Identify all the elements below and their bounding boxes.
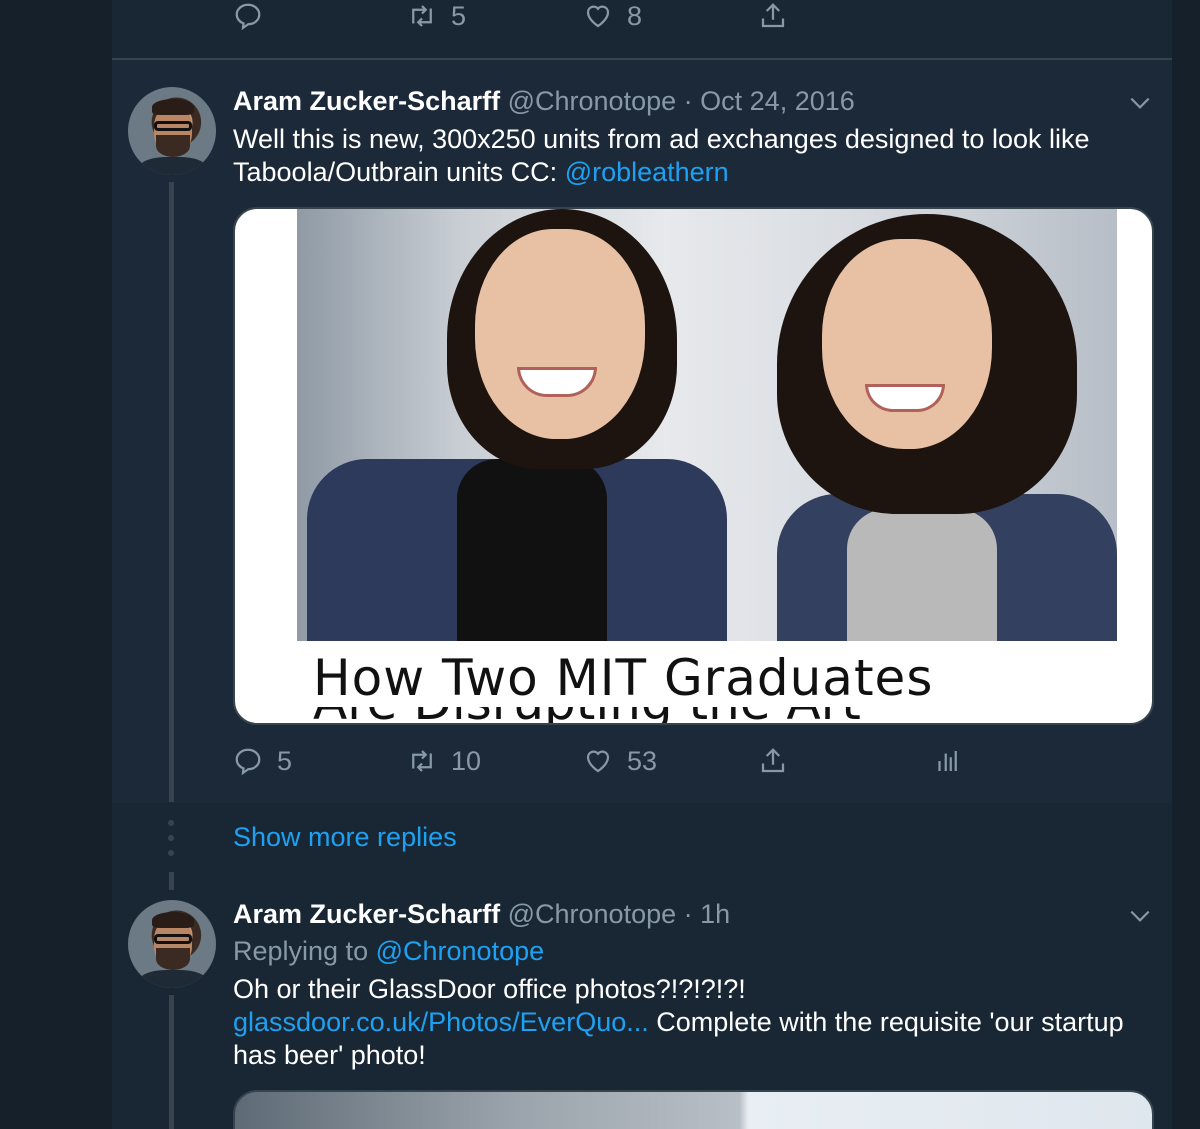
analytics-icon [938,751,957,771]
author-name[interactable]: Aram Zucker-Scharff [233,899,500,929]
tweet-header: Aram Zucker-Scharff @Chronotope · Oct 24… [233,86,855,117]
separator: · [683,899,693,929]
tweet-media[interactable]: How Two MIT Graduates Are Disrupting the… [233,207,1154,725]
reply-icon [235,3,261,31]
tweet-text-line1: Oh or their GlassDoor office photos?!?!?… [233,974,746,1004]
tweet-media[interactable] [233,1090,1154,1129]
replying-to: Replying to @Chronotope [233,936,544,967]
thread-line [169,995,174,1129]
tweet-time[interactable]: 1h [700,899,730,929]
retweet-button[interactable]: 10 [407,741,481,781]
separator: · [683,86,693,116]
like-count: 53 [627,745,658,776]
share-button[interactable] [758,0,788,36]
share-icon [761,748,785,773]
left-gutter [0,0,112,1129]
thread-line [169,872,174,890]
tweet-text: Oh or their GlassDoor office photos?!?!?… [233,973,1153,1072]
tweet-text-line2: glassdoor.co.uk/Photos/EverQuo... Comple… [233,1006,1153,1039]
tweet-header: Aram Zucker-Scharff @Chronotope · 1h [233,899,730,930]
tweet-text-line1: Well this is new, 300x250 units from ad … [233,124,1090,154]
tweet-actions: 5 10 53 [0,741,1200,781]
author-handle[interactable]: @Chronotope [508,899,677,929]
thread-dots [168,820,174,865]
media-caption-cut: Are Disrupting the Art [313,707,1013,723]
reply-button[interactable]: 5 [233,741,292,781]
reply-button[interactable] [233,0,263,36]
glassdoor-link[interactable]: glassdoor.co.uk/Photos/EverQuo... [233,1007,649,1037]
retweet-button[interactable]: 5 [407,0,466,36]
reply-count: 5 [277,745,293,776]
tweet-text-line2-body: Taboola/Outbrain units CC: [233,157,558,187]
show-more-replies-link[interactable]: Show more replies [233,822,457,853]
retweet-icon [412,750,432,772]
like-count: 8 [627,0,643,31]
heart-icon [586,750,610,773]
replying-to-handle[interactable]: @Chronotope [376,936,545,966]
tweet-text-line2: Taboola/Outbrain units CC: @robleathern [233,156,1153,189]
tweet-date[interactable]: Oct 24, 2016 [700,86,855,116]
author-handle[interactable]: @Chronotope [508,86,677,116]
avatar[interactable] [128,900,216,988]
like-button[interactable]: 53 [583,741,657,781]
tweet-text-line2-body: Complete with the requisite 'our startup [648,1007,1124,1037]
chevron-down-icon[interactable] [1127,90,1153,116]
retweet-count: 5 [451,0,467,31]
media-photo [297,209,1117,641]
reply-icon [235,748,261,776]
author-name[interactable]: Aram Zucker-Scharff [233,86,500,116]
retweet-count: 10 [451,745,482,776]
avatar[interactable] [128,87,216,175]
analytics-button[interactable] [932,741,962,781]
share-button[interactable] [758,741,788,781]
thread-line [169,182,174,802]
media-caption: How Two MIT Graduates [313,649,934,707]
chevron-down-icon[interactable] [1127,903,1153,929]
like-button[interactable]: 8 [583,0,642,36]
replying-to-label: Replying to [233,936,369,966]
share-icon [761,3,785,28]
heart-icon [586,5,610,28]
retweet-icon [412,5,432,27]
tweet-text-line3: has beer' photo! [233,1040,426,1070]
previous-tweet-actions: 5 8 [0,0,1200,36]
mention-link[interactable]: @robleathern [565,157,729,187]
right-gutter [1172,0,1200,1129]
tweet-text: Well this is new, 300x250 units from ad … [233,123,1153,189]
